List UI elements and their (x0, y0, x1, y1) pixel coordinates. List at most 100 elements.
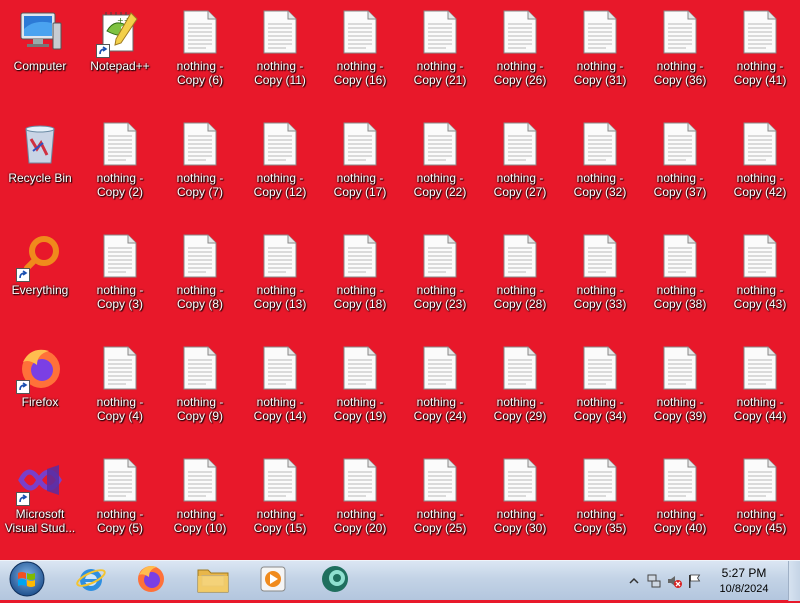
taskbar-media-player[interactable] (246, 562, 300, 600)
desktop-file-icon[interactable]: nothing - Copy (27) (480, 112, 560, 224)
firefox-icon (16, 344, 64, 394)
desktop-icon-label: nothing - Copy (40) (653, 507, 707, 535)
text-document-icon (96, 232, 144, 280)
clock-date[interactable]: 10/8/2024 (708, 583, 780, 595)
text-document-icon (96, 120, 144, 168)
desktop-file-icon[interactable]: nothing - Copy (12) (240, 112, 320, 224)
desktop-file-icon[interactable]: nothing - Copy (32) (560, 112, 640, 224)
text-document-icon (336, 456, 384, 504)
desktop-file-icon[interactable]: nothing - Copy (28) (480, 224, 560, 336)
desktop-icon-label: nothing - Copy (25) (413, 507, 467, 535)
desktop-file-icon[interactable]: nothing - Copy (33) (560, 224, 640, 336)
desktop-file-icon[interactable]: nothing - Copy (17) (320, 112, 400, 224)
taskbar-app[interactable] (308, 562, 362, 600)
text-document-icon (656, 456, 704, 504)
desktop-file-icon[interactable]: nothing - Copy (20) (320, 448, 400, 560)
start-button[interactable] (2, 561, 52, 601)
taskbar-file-explorer[interactable] (186, 562, 240, 600)
show-hidden-icons-chevron-icon[interactable] (626, 573, 642, 589)
desktop-file-icon[interactable]: nothing - Copy (45) (720, 448, 800, 560)
desktop-file-icon[interactable]: nothing - Copy (43) (720, 224, 800, 336)
text-document-icon (736, 344, 784, 392)
desktop-icon-notepadpp[interactable]: ++ Notepad++ (80, 0, 160, 112)
desktop-file-icon[interactable]: nothing - Copy (44) (720, 336, 800, 448)
desktop-icon-label: nothing - Copy (44) (733, 395, 787, 423)
desktop-file-icon[interactable]: nothing - Copy (16) (320, 0, 400, 112)
desktop-file-icon[interactable]: nothing - Copy (21) (400, 0, 480, 112)
text-document-icon (176, 344, 224, 392)
desktop-file-icon[interactable]: nothing - Copy (25) (400, 448, 480, 560)
desktop-file-icon[interactable]: nothing - Copy (29) (480, 336, 560, 448)
desktop-icon-label: Firefox (21, 395, 59, 409)
text-document-icon (256, 344, 304, 392)
desktop-icon-label: nothing - Copy (8) (176, 283, 224, 311)
desktop-file-icon[interactable]: nothing - Copy (2) (80, 112, 160, 224)
network-icon[interactable] (646, 573, 662, 589)
desktop-file-icon[interactable]: nothing - Copy (15) (240, 448, 320, 560)
desktop-file-icon[interactable]: nothing - Copy (4) (80, 336, 160, 448)
desktop-file-icon[interactable]: nothing - Copy (6) (160, 0, 240, 112)
clock-time[interactable]: 5:27 PM (708, 566, 780, 580)
desktop-file-icon[interactable]: nothing - Copy (23) (400, 224, 480, 336)
desktop-file-icon[interactable]: nothing - Copy (39) (640, 336, 720, 448)
desktop-file-icon[interactable]: nothing - Copy (19) (320, 336, 400, 448)
desktop-file-icon[interactable]: nothing - Copy (41) (720, 0, 800, 112)
desktop-file-icon[interactable]: nothing - Copy (3) (80, 224, 160, 336)
desktop-file-icon[interactable]: nothing - Copy (14) (240, 336, 320, 448)
volume-muted-icon[interactable] (666, 573, 682, 589)
text-document-icon (736, 456, 784, 504)
taskbar-firefox[interactable] (124, 562, 178, 600)
desktop-icon-label: nothing - Copy (23) (413, 283, 467, 311)
desktop-icon-label: nothing - Copy (27) (493, 171, 547, 199)
text-document-icon (416, 232, 464, 280)
desktop-file-icon[interactable]: nothing - Copy (7) (160, 112, 240, 224)
desktop-icon-firefox[interactable]: Firefox (0, 336, 80, 448)
desktop-file-icon[interactable]: nothing - Copy (40) (640, 448, 720, 560)
desktop-icon-visual-studio[interactable]: Microsoft Visual Stud... (0, 448, 80, 560)
desktop-file-icon[interactable]: nothing - Copy (22) (400, 112, 480, 224)
desktop-icon-label: nothing - Copy (18) (333, 283, 387, 311)
desktop-file-icon[interactable]: nothing - Copy (9) (160, 336, 240, 448)
desktop-file-icon[interactable]: nothing - Copy (42) (720, 112, 800, 224)
text-document-icon (416, 456, 464, 504)
desktop-file-icon[interactable]: nothing - Copy (18) (320, 224, 400, 336)
firefox-icon (135, 563, 167, 600)
desktop-file-icon[interactable]: nothing - Copy (38) (640, 224, 720, 336)
show-desktop-button[interactable] (788, 561, 800, 601)
desktop-file-icon[interactable]: nothing - Copy (36) (640, 0, 720, 112)
recycle-bin-icon (16, 120, 64, 168)
text-document-icon (256, 456, 304, 504)
text-document-icon (176, 232, 224, 280)
desktop-file-icon[interactable]: nothing - Copy (5) (80, 448, 160, 560)
desktop-icon-label: Recycle Bin (8, 171, 72, 185)
action-center-flag-icon[interactable] (686, 573, 702, 589)
text-document-icon (176, 8, 224, 56)
desktop-file-icon[interactable]: nothing - Copy (30) (480, 448, 560, 560)
text-document-icon (576, 120, 624, 168)
desktop-file-icon[interactable]: nothing - Copy (26) (480, 0, 560, 112)
desktop-icon-recycle-bin[interactable]: Recycle Bin (0, 112, 80, 224)
desktop-file-icon[interactable]: nothing - Copy (8) (160, 224, 240, 336)
desktop-file-icon[interactable]: nothing - Copy (37) (640, 112, 720, 224)
taskbar-internet-explorer[interactable] (64, 562, 118, 600)
desktop-icon-computer[interactable]: Computer (0, 0, 80, 112)
desktop-file-icon[interactable]: nothing - Copy (31) (560, 0, 640, 112)
desktop-icon-label: nothing - Copy (14) (253, 395, 307, 423)
text-document-icon (576, 344, 624, 392)
desktop-icon-label: nothing - Copy (2) (96, 171, 144, 199)
desktop-icon-everything[interactable]: Everything (0, 224, 80, 336)
folder-icon (196, 564, 230, 599)
system-tray: 5:27 PM 10/8/2024 (610, 561, 800, 601)
desktop-file-icon[interactable]: nothing - Copy (11) (240, 0, 320, 112)
desktop-file-icon[interactable]: nothing - Copy (24) (400, 336, 480, 448)
shortcut-arrow-icon (16, 380, 30, 394)
text-document-icon (576, 232, 624, 280)
desktop-icon-label: nothing - Copy (30) (493, 507, 547, 535)
desktop-file-icon[interactable]: nothing - Copy (10) (160, 448, 240, 560)
desktop-file-icon[interactable]: nothing - Copy (34) (560, 336, 640, 448)
desktop-file-icon[interactable]: nothing - Copy (13) (240, 224, 320, 336)
desktop-file-icon[interactable]: nothing - Copy (35) (560, 448, 640, 560)
desktop-icon-label: Computer (13, 59, 67, 73)
text-document-icon (416, 344, 464, 392)
internet-explorer-icon (75, 563, 107, 600)
